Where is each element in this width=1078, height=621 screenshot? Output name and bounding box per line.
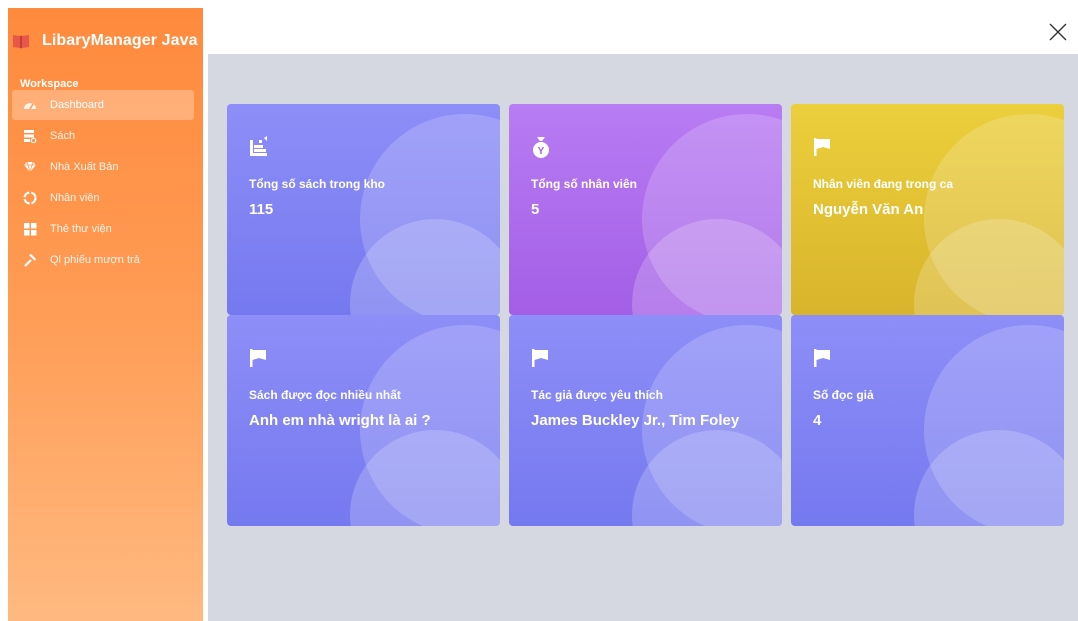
grid-icon bbox=[22, 221, 38, 237]
sidebar-item-label: Sách bbox=[50, 130, 76, 142]
dashboard-content: Tổng số sách trong kho 115 Y Tổng số nhâ… bbox=[208, 54, 1078, 621]
chart-bar-icon bbox=[250, 136, 267, 156]
flag-icon bbox=[814, 138, 830, 156]
money-bag-icon: Y bbox=[533, 137, 549, 158]
section-label-workspace: Workspace bbox=[20, 78, 79, 90]
sidebar-item-label: Thẻ thư viện bbox=[50, 223, 112, 235]
card-label: Tổng số sách trong kho bbox=[249, 177, 386, 191]
sidebar-nav: Dashboard Sách Nhà Xuất Bản Nhân viên Th… bbox=[12, 90, 194, 276]
hammer-icon bbox=[22, 252, 38, 268]
stat-card-total-books: Tổng số sách trong kho 115 bbox=[227, 104, 500, 315]
gem-icon bbox=[22, 159, 38, 175]
gauge-icon bbox=[22, 97, 38, 113]
sidebar-item-loan-slips[interactable]: Ql phiếu mượn trả bbox=[12, 245, 194, 275]
stat-cards-grid: Tổng số sách trong kho 115 Y Tổng số nhâ… bbox=[227, 104, 1064, 526]
stat-card-staff-on-shift: Nhân viên đang trong ca Nguyễn Văn An bbox=[791, 104, 1064, 315]
card-value: Nguyễn Văn An bbox=[813, 201, 924, 218]
book-logo-icon bbox=[13, 35, 29, 49]
card-value: James Buckley Jr., Tim Foley bbox=[531, 412, 740, 429]
sidebar-item-publishers[interactable]: Nhà Xuất Bản bbox=[12, 152, 194, 182]
card-label: Số đọc giả bbox=[813, 388, 874, 402]
stat-card-most-read-book: Sách được đọc nhiều nhất Anh em nhà wrig… bbox=[227, 315, 500, 526]
app-window: LibaryManager Java Workspace Dashboard S… bbox=[0, 0, 1078, 621]
stat-card-total-staff: Y Tổng số nhân viên 5 bbox=[509, 104, 782, 315]
team-icon bbox=[22, 190, 38, 206]
sidebar-item-staff[interactable]: Nhân viên bbox=[12, 183, 194, 213]
flag-icon bbox=[250, 349, 266, 367]
sidebar-item-label: Ql phiếu mượn trả bbox=[50, 254, 140, 266]
sidebar-item-books[interactable]: Sách bbox=[12, 121, 194, 151]
flag-icon bbox=[814, 349, 830, 367]
card-label: Tác giả được yêu thích bbox=[531, 388, 663, 402]
card-label: Sách được đọc nhiều nhất bbox=[249, 388, 401, 402]
stat-card-reader-count: Số đọc giả 4 bbox=[791, 315, 1064, 526]
top-bar bbox=[203, 0, 1078, 54]
app-title: LibaryManager Java bbox=[42, 32, 198, 49]
sidebar-item-label: Dashboard bbox=[50, 99, 104, 111]
close-icon[interactable] bbox=[1046, 20, 1070, 44]
flag-icon bbox=[532, 349, 548, 367]
card-value: 5 bbox=[531, 201, 540, 218]
card-value: 4 bbox=[813, 412, 822, 429]
books-icon bbox=[22, 128, 38, 144]
card-value: 115 bbox=[249, 201, 274, 218]
sidebar-item-label: Nhân viên bbox=[50, 192, 100, 204]
sidebar: LibaryManager Java Workspace Dashboard S… bbox=[8, 8, 203, 621]
card-label: Nhân viên đang trong ca bbox=[813, 177, 954, 191]
sidebar-item-dashboard[interactable]: Dashboard bbox=[12, 90, 194, 120]
sidebar-item-library-cards[interactable]: Thẻ thư viện bbox=[12, 214, 194, 244]
card-label: Tổng số nhân viên bbox=[531, 177, 638, 191]
sidebar-item-label: Nhà Xuất Bản bbox=[50, 161, 119, 173]
card-value: Anh em nhà wright là ai ? bbox=[249, 412, 431, 429]
svg-text:Y: Y bbox=[538, 146, 545, 157]
brand: LibaryManager Java bbox=[8, 26, 203, 56]
stat-card-favorite-author: Tác giả được yêu thích James Buckley Jr.… bbox=[509, 315, 782, 526]
